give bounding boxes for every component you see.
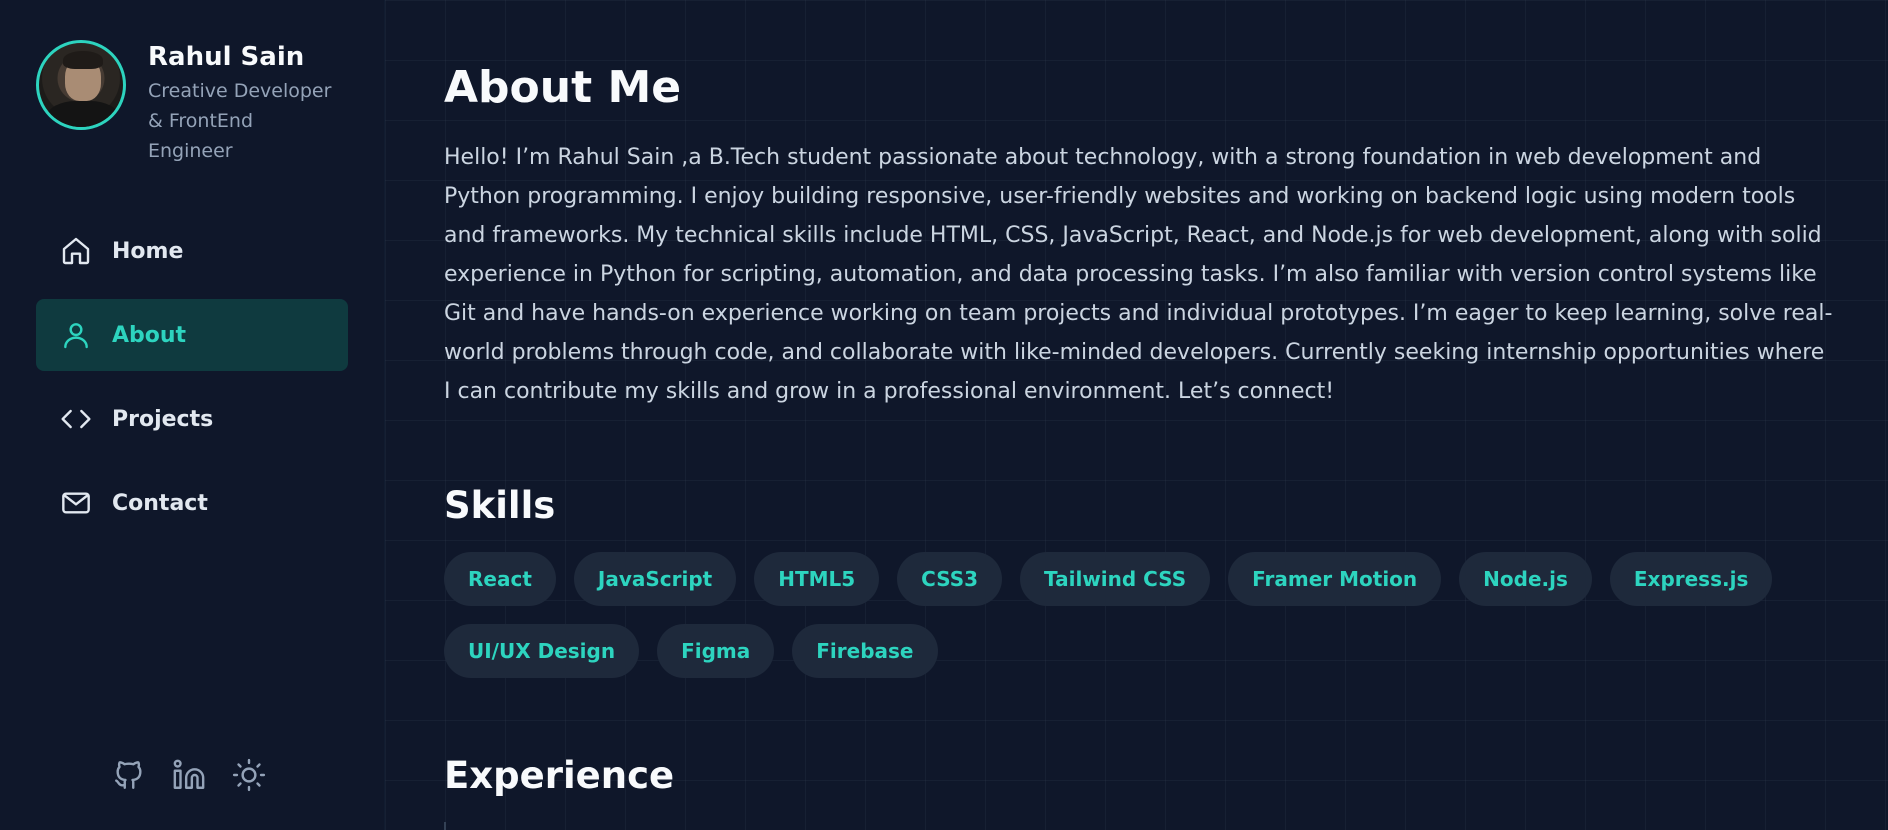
skill-chip: Express.js [1609, 552, 1773, 606]
skill-chip: React [444, 552, 556, 606]
home-icon [60, 235, 92, 267]
sun-icon[interactable] [232, 758, 266, 792]
about-heading: About Me [444, 62, 682, 113]
skills-list: React JavaScript HTML5 CSS3 Tailwind CSS… [444, 552, 1888, 678]
skill-chip: HTML5 [754, 552, 880, 606]
app: Rahul Sain Creative Developer & FrontEnd… [0, 0, 1888, 830]
profile-role: Creative Developer & FrontEnd Engineer [148, 80, 332, 162]
skill-chip: Node.js [1459, 552, 1592, 606]
profile-text: Rahul Sain Creative Developer & FrontEnd… [148, 40, 338, 166]
nav-item-home[interactable]: Home [36, 215, 348, 287]
profile: Rahul Sain Creative Developer & FrontEnd… [36, 40, 338, 166]
nav-label-contact: Contact [112, 490, 208, 516]
skill-chip: Figma [657, 624, 775, 678]
profile-name: Rahul Sain [148, 42, 305, 72]
timeline-line [444, 822, 446, 830]
experience-heading: Experience [444, 754, 675, 797]
avatar-hair [63, 51, 103, 69]
sidebar-nav: Home About Projects Contact [36, 215, 348, 551]
skill-chip: UI/UX Design [444, 624, 640, 678]
nav-label-about: About [112, 322, 187, 348]
skill-chip: Firebase [792, 624, 938, 678]
nav-item-contact[interactable]: Contact [36, 467, 348, 539]
skill-chip: JavaScript [573, 552, 737, 606]
social-links [112, 758, 266, 792]
avatar [36, 40, 126, 130]
avatar-body [47, 101, 119, 127]
code-icon [60, 403, 92, 435]
linkedin-icon[interactable] [172, 758, 206, 792]
sidebar: Rahul Sain Creative Developer & FrontEnd… [0, 0, 385, 830]
nav-label-home: Home [112, 238, 184, 264]
nav-item-about[interactable]: About [36, 299, 348, 371]
skill-chip: Framer Motion [1228, 552, 1442, 606]
github-icon[interactable] [112, 758, 146, 792]
nav-label-projects: Projects [112, 406, 214, 432]
main-content: About Me Hello! I’m Rahul Sain ,a B.Tech… [385, 0, 1888, 830]
mail-icon [60, 487, 92, 519]
skill-chip: CSS3 [897, 552, 1003, 606]
skill-chip: Tailwind CSS [1020, 552, 1211, 606]
nav-item-projects[interactable]: Projects [36, 383, 348, 455]
user-icon [60, 319, 92, 351]
skills-heading: Skills [444, 484, 556, 527]
about-text: Hello! I’m Rahul Sain ,a B.Tech student … [444, 145, 1833, 404]
